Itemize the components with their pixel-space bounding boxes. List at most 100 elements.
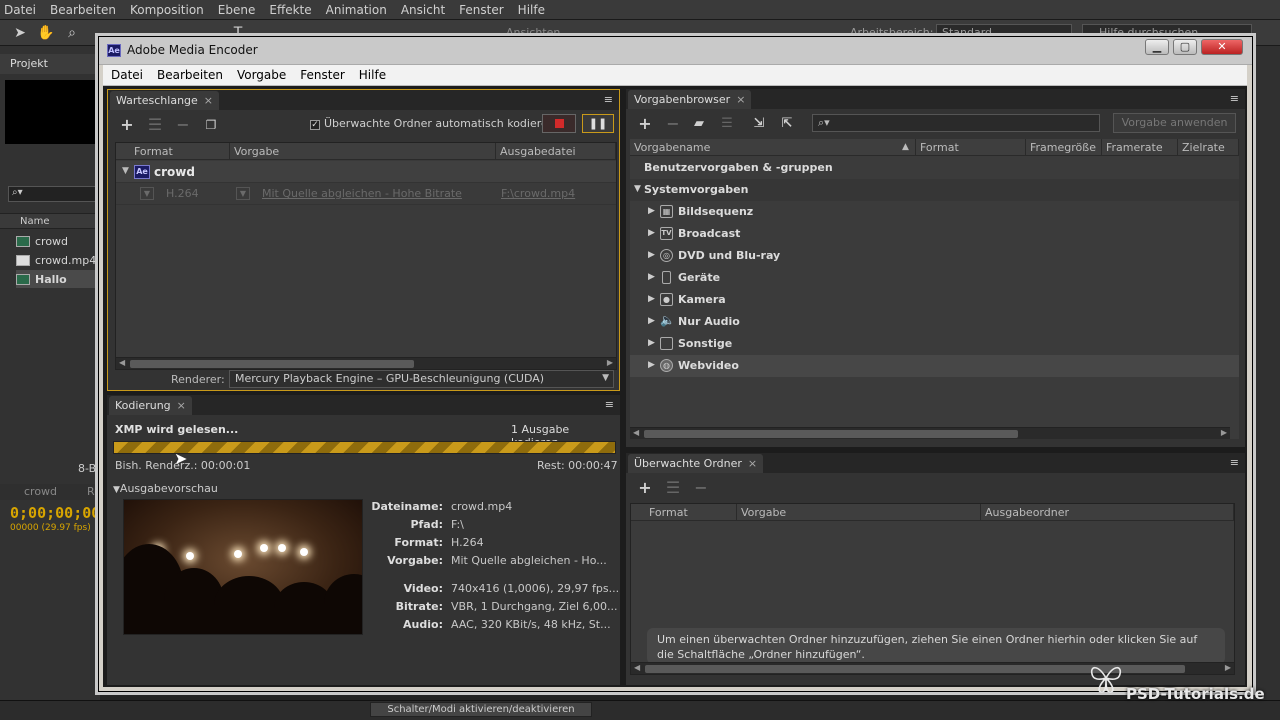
preset-category-row[interactable]: ▶ ▦ Bildsequenz bbox=[630, 201, 1239, 223]
ae-menu-animation[interactable]: Animation bbox=[326, 3, 387, 17]
preset-hscrollbar[interactable]: ◀ ▶ bbox=[630, 427, 1230, 439]
scroll-right-icon[interactable]: ▶ bbox=[1225, 663, 1231, 672]
watch-hscrollbar[interactable]: ◀ ▶ bbox=[631, 662, 1234, 674]
preset-category-row[interactable]: ▶ 🔈 Nur Audio bbox=[630, 311, 1239, 333]
ae-menu-datei[interactable]: Datei bbox=[4, 3, 36, 17]
ae-project-tab[interactable]: Projekt bbox=[0, 54, 100, 74]
create-preset-icon[interactable]: + bbox=[636, 116, 654, 132]
column-header-output-folder[interactable]: Ausgabeordner bbox=[981, 504, 1234, 521]
preset-search-input[interactable]: ⌕▾ bbox=[812, 114, 1100, 132]
ae-timeline-tab[interactable]: crowd Re bbox=[0, 484, 101, 500]
close-tab-icon[interactable]: × bbox=[748, 457, 757, 470]
scroll-thumb[interactable] bbox=[644, 430, 1018, 438]
minimize-icon[interactable]: ▁ bbox=[1145, 39, 1169, 55]
ame-menu-hilfe[interactable]: Hilfe bbox=[359, 68, 386, 82]
ae-menu-effekte[interactable]: Effekte bbox=[269, 3, 311, 17]
pause-queue-button[interactable]: ❚❚ bbox=[582, 114, 614, 133]
column-header-format[interactable]: Format bbox=[116, 143, 230, 160]
preset-group-system[interactable]: ▼ Systemvorgaben bbox=[630, 179, 1239, 201]
ame-menu-bearbeiten[interactable]: Bearbeiten bbox=[157, 68, 223, 82]
scroll-left-icon[interactable]: ◀ bbox=[633, 428, 639, 437]
ae-name-column-header[interactable]: Name bbox=[0, 213, 100, 229]
close-tab-icon[interactable]: × bbox=[736, 93, 745, 106]
column-header-format[interactable]: Format bbox=[631, 504, 737, 521]
maximize-icon[interactable]: ▢ bbox=[1173, 39, 1197, 55]
ae-menu-hilfe[interactable]: Hilfe bbox=[518, 3, 545, 17]
column-header-preset[interactable]: Vorgabe bbox=[737, 504, 981, 521]
preset-category-row[interactable]: ▶ TV Broadcast bbox=[630, 223, 1239, 245]
queue-hscrollbar[interactable]: ◀ ▶ bbox=[116, 357, 616, 369]
scroll-right-icon[interactable]: ▶ bbox=[607, 358, 613, 367]
column-header-preset-name[interactable]: Vorgabename bbox=[630, 139, 916, 156]
preset-category-row[interactable]: ▶ Geräte bbox=[630, 267, 1239, 289]
column-header-framesize[interactable]: Framegröße bbox=[1026, 139, 1102, 156]
tab-preset-browser[interactable]: Vorgabenbrowser × bbox=[628, 90, 752, 109]
renderer-select[interactable]: Mercury Playback Engine – GPU-Beschleuni… bbox=[229, 370, 614, 388]
ame-menu-fenster[interactable]: Fenster bbox=[300, 68, 345, 82]
ae-project-search-input[interactable]: ⌕▾ bbox=[8, 186, 98, 202]
queue-item-format[interactable]: H.264 bbox=[166, 187, 199, 200]
import-preset-icon[interactable]: ⇲ bbox=[750, 116, 768, 132]
tab-encoding[interactable]: Kodierung × bbox=[109, 396, 192, 415]
panel-menu-icon[interactable]: ≡ bbox=[604, 93, 613, 106]
collapse-triangle-icon[interactable]: ▼ bbox=[122, 166, 129, 176]
format-dropdown-icon[interactable]: ▼ bbox=[140, 187, 154, 200]
queue-item-preset[interactable]: Mit Quelle abgleichen - Hohe Bitrate bbox=[262, 187, 462, 200]
preset-category-row[interactable]: ▶ ◍ Webvideo bbox=[630, 355, 1239, 377]
column-header-output[interactable]: Ausgabedatei bbox=[496, 143, 616, 160]
tab-queue[interactable]: Warteschlange × bbox=[110, 91, 220, 110]
add-source-icon[interactable]: + bbox=[118, 117, 136, 133]
scroll-thumb[interactable] bbox=[130, 360, 414, 368]
settings-list-icon[interactable]: ☰ bbox=[146, 117, 164, 133]
close-tab-icon[interactable]: × bbox=[177, 399, 186, 412]
folder-settings-icon[interactable]: ☰ bbox=[664, 480, 682, 496]
ame-titlebar[interactable]: Ae Adobe Media Encoder ▁ ▢ ✕ bbox=[99, 37, 1252, 65]
ae-toggle-switches-button[interactable]: Schalter/Modi aktivieren/deaktivieren bbox=[370, 702, 592, 717]
column-header-format[interactable]: Format bbox=[916, 139, 1026, 156]
preset-category-row[interactable]: ▶ Sonstige bbox=[630, 333, 1239, 355]
remove-folder-icon[interactable]: − bbox=[692, 480, 710, 496]
tab-watch-folders[interactable]: Überwachte Ordner × bbox=[628, 454, 764, 473]
ae-project-item[interactable]: crowd.mp4 bbox=[16, 251, 100, 269]
preset-group-user[interactable]: Benutzervorgaben & -gruppen bbox=[630, 157, 1239, 179]
new-group-folder-icon[interactable]: ▰ bbox=[690, 116, 708, 132]
queue-source-row[interactable]: ▼ Ae crowd bbox=[116, 161, 616, 183]
close-icon[interactable]: ✕ bbox=[1201, 39, 1243, 55]
panel-menu-icon[interactable]: ≡ bbox=[1230, 456, 1239, 469]
ae-menu-komposition[interactable]: Komposition bbox=[130, 3, 204, 17]
remove-preset-icon[interactable]: − bbox=[664, 116, 682, 132]
column-header-preset[interactable]: Vorgabe bbox=[230, 143, 496, 160]
hand-tool-icon[interactable]: ✋ bbox=[36, 23, 56, 43]
preset-category-row[interactable]: ▶ ● Kamera bbox=[630, 289, 1239, 311]
ae-bit-depth[interactable]: 8-B bbox=[78, 462, 96, 475]
selection-tool-icon[interactable]: ➤ bbox=[10, 23, 30, 43]
queue-output-row[interactable]: ▼ H.264 ▼ Mit Quelle abgleichen - Hohe B… bbox=[116, 183, 616, 205]
ae-timecode[interactable]: 0;00;00;00 bbox=[10, 504, 100, 522]
duplicate-icon[interactable]: ❐ bbox=[202, 117, 220, 133]
scroll-left-icon[interactable]: ◀ bbox=[634, 663, 640, 672]
ae-menu-ebene[interactable]: Ebene bbox=[218, 3, 256, 17]
auto-encode-checkbox[interactable]: ✓ Überwachte Ordner automatisch kodieren bbox=[310, 117, 555, 130]
zoom-tool-icon[interactable]: ⌕ bbox=[62, 23, 82, 43]
stop-queue-button[interactable] bbox=[542, 114, 576, 133]
panel-menu-icon[interactable]: ≡ bbox=[605, 398, 614, 411]
scroll-right-icon[interactable]: ▶ bbox=[1221, 428, 1227, 437]
close-tab-icon[interactable]: × bbox=[204, 94, 213, 107]
preset-category-row[interactable]: ▶ ◎ DVD und Blu-ray bbox=[630, 245, 1239, 267]
add-folder-icon[interactable]: + bbox=[636, 480, 654, 496]
panel-menu-icon[interactable]: ≡ bbox=[1230, 92, 1239, 105]
scroll-left-icon[interactable]: ◀ bbox=[119, 358, 125, 367]
output-preview-toggle[interactable]: ▼Ausgabevorschau bbox=[113, 482, 218, 495]
queue-item-output[interactable]: F:\crowd.mp4 bbox=[501, 187, 575, 200]
apply-preset-button[interactable]: Vorgabe anwenden bbox=[1113, 113, 1236, 133]
column-header-targetrate[interactable]: Zielrate bbox=[1178, 139, 1239, 156]
preset-settings-icon[interactable]: ☰ bbox=[718, 116, 736, 132]
ae-menu-ansicht[interactable]: Ansicht bbox=[401, 3, 445, 17]
ame-menu-datei[interactable]: Datei bbox=[111, 68, 143, 82]
export-preset-icon[interactable]: ⇱ bbox=[778, 116, 796, 132]
ae-project-item[interactable]: Hallo bbox=[16, 270, 100, 288]
remove-icon[interactable]: − bbox=[174, 117, 192, 133]
column-header-framerate[interactable]: Framerate bbox=[1102, 139, 1178, 156]
ae-project-item[interactable]: crowd bbox=[16, 232, 100, 250]
preset-dropdown-icon[interactable]: ▼ bbox=[236, 187, 250, 200]
